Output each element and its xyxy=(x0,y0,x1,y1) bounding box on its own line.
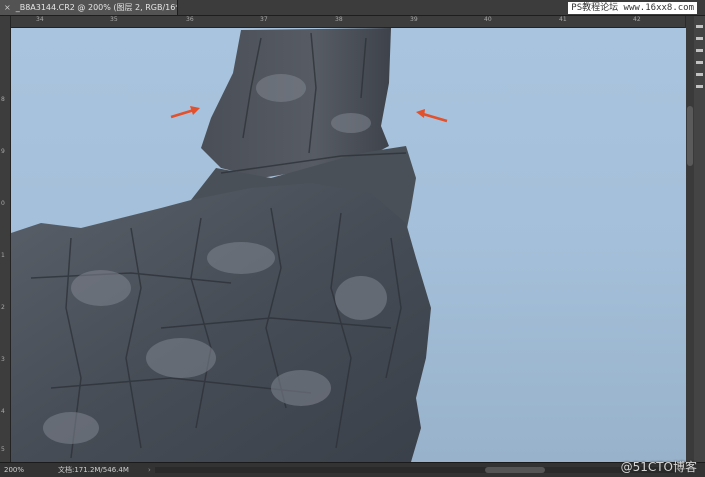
ruler-tick-label: 9 xyxy=(1,148,5,155)
ruler-tick-label: 34 xyxy=(36,16,44,23)
ruler-tick-label: 39 xyxy=(410,16,418,23)
ruler-tick-label: 5 xyxy=(1,446,5,453)
ruler-tick-label: 4 xyxy=(1,408,5,415)
status-bar: 200% 文档:171.2M/546.4M › xyxy=(0,462,705,477)
status-menu-arrow-icon[interactable]: › xyxy=(148,463,151,477)
ruler-tick-label: 35 xyxy=(110,16,118,23)
vertical-scroll-thumb[interactable] xyxy=(687,106,693,166)
watermark-top: PS教程论坛 www.16xx8.com xyxy=(568,2,697,14)
ruler-tick-label: 36 xyxy=(186,16,194,23)
watermark-bottom: @51CTO博客 xyxy=(620,460,697,474)
ruler-tick-label: 0 xyxy=(1,200,5,207)
document-size-info: 文档:171.2M/546.4M xyxy=(58,466,129,474)
side-panel-strip[interactable] xyxy=(694,16,705,462)
ruler-tick-label: 40 xyxy=(484,16,492,23)
panel-grip-icon[interactable] xyxy=(696,73,703,76)
panel-grip-icon[interactable] xyxy=(696,85,703,88)
document-tab-bar: × _B8A3144.CR2 @ 200% (图层 2, RGB/16*) * P… xyxy=(0,0,705,16)
panel-grip-icon[interactable] xyxy=(696,61,703,64)
ruler-tick-label: 8 xyxy=(1,96,5,103)
document-canvas[interactable] xyxy=(11,28,686,462)
ruler-tick-label: 41 xyxy=(559,16,567,23)
rock-photo xyxy=(11,28,686,462)
horizontal-scroll-thumb[interactable] xyxy=(485,467,545,473)
ruler-tick-label: 1 xyxy=(1,252,5,259)
vertical-scrollbar[interactable] xyxy=(686,16,694,462)
close-tab-icon[interactable]: × xyxy=(4,3,11,12)
panel-grip-icon[interactable] xyxy=(696,25,703,28)
panel-grip-icon[interactable] xyxy=(696,37,703,40)
horizontal-scrollbar[interactable] xyxy=(155,467,675,473)
document-tab[interactable]: × _B8A3144.CR2 @ 200% (图层 2, RGB/16*) * xyxy=(0,0,178,15)
panel-grip-icon[interactable] xyxy=(696,49,703,52)
document-tab-title: _B8A3144.CR2 @ 200% (图层 2, RGB/16*) * xyxy=(15,3,178,12)
ruler-tick-label: 37 xyxy=(260,16,268,23)
zoom-level[interactable]: 200% xyxy=(4,463,24,477)
vertical-ruler[interactable]: 8 9 0 1 2 3 4 5 xyxy=(0,16,11,462)
ruler-tick-label: 2 xyxy=(1,304,5,311)
ruler-tick-label: 3 xyxy=(1,356,5,363)
ruler-tick-label: 42 xyxy=(633,16,641,23)
horizontal-ruler[interactable]: 34 35 36 37 38 39 40 41 42 xyxy=(10,16,685,28)
ruler-tick-label: 38 xyxy=(335,16,343,23)
